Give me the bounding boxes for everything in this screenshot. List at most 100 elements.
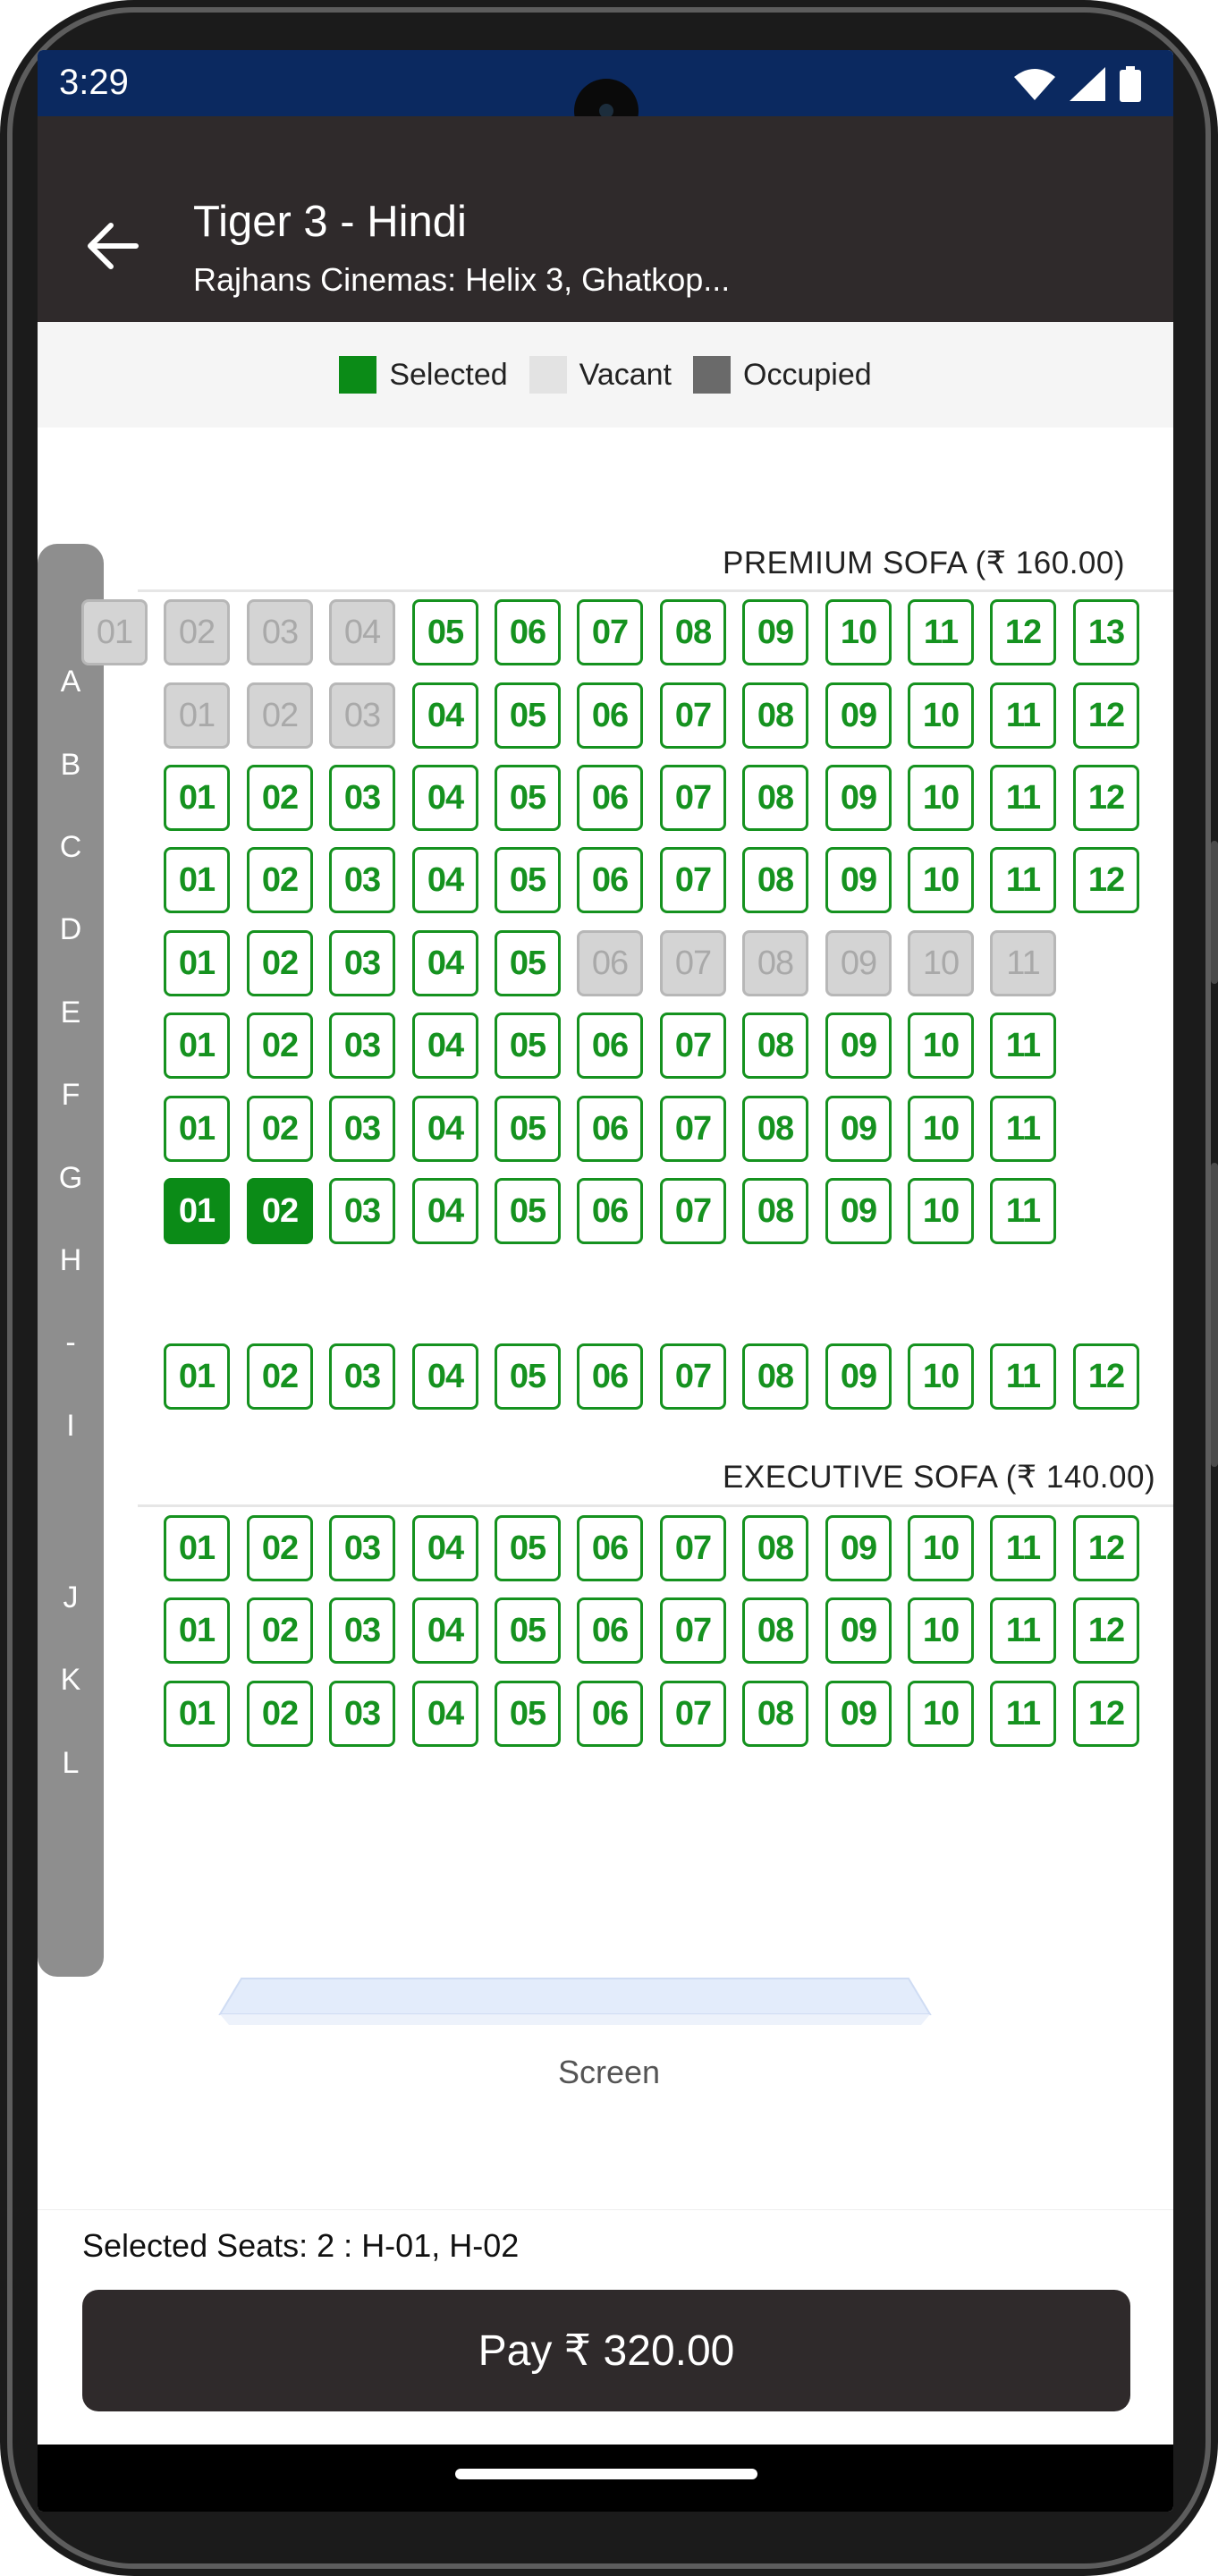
seat-H-06[interactable]: 06	[577, 1178, 643, 1244]
seat-L-12[interactable]: 12	[1073, 1681, 1139, 1747]
seat-G-01[interactable]: 01	[164, 1096, 230, 1162]
seat-G-09[interactable]: 09	[825, 1096, 892, 1162]
seat-I-06[interactable]: 06	[577, 1343, 643, 1410]
seat-A-12[interactable]: 12	[990, 599, 1056, 665]
seat-A-05[interactable]: 05	[412, 599, 478, 665]
seat-D-02[interactable]: 02	[247, 847, 313, 913]
seat-J-01[interactable]: 01	[164, 1515, 230, 1581]
seat-J-02[interactable]: 02	[247, 1515, 313, 1581]
seat-F-01[interactable]: 01	[164, 1013, 230, 1079]
seat-E-04[interactable]: 04	[412, 930, 478, 996]
seat-G-03[interactable]: 03	[329, 1096, 395, 1162]
seat-G-05[interactable]: 05	[495, 1096, 561, 1162]
seat-I-03[interactable]: 03	[329, 1343, 395, 1410]
seat-J-06[interactable]: 06	[577, 1515, 643, 1581]
seat-C-05[interactable]: 05	[495, 765, 561, 831]
seat-F-09[interactable]: 09	[825, 1013, 892, 1079]
seat-B-11[interactable]: 11	[990, 682, 1056, 749]
seat-I-04[interactable]: 04	[412, 1343, 478, 1410]
seat-J-08[interactable]: 08	[742, 1515, 808, 1581]
seat-J-10[interactable]: 10	[908, 1515, 974, 1581]
seat-L-02[interactable]: 02	[247, 1681, 313, 1747]
seat-C-03[interactable]: 03	[329, 765, 395, 831]
seat-H-02[interactable]: 02	[247, 1178, 313, 1244]
seat-A-08[interactable]: 08	[660, 599, 726, 665]
seat-L-11[interactable]: 11	[990, 1681, 1056, 1747]
seat-K-04[interactable]: 04	[412, 1597, 478, 1664]
seat-J-07[interactable]: 07	[660, 1515, 726, 1581]
seat-D-03[interactable]: 03	[329, 847, 395, 913]
seat-K-05[interactable]: 05	[495, 1597, 561, 1664]
seat-F-10[interactable]: 10	[908, 1013, 974, 1079]
seat-H-03[interactable]: 03	[329, 1178, 395, 1244]
seat-K-08[interactable]: 08	[742, 1597, 808, 1664]
seat-H-10[interactable]: 10	[908, 1178, 974, 1244]
seat-F-04[interactable]: 04	[412, 1013, 478, 1079]
seat-D-06[interactable]: 06	[577, 847, 643, 913]
seat-K-09[interactable]: 09	[825, 1597, 892, 1664]
seat-B-08[interactable]: 08	[742, 682, 808, 749]
seat-D-10[interactable]: 10	[908, 847, 974, 913]
seat-H-08[interactable]: 08	[742, 1178, 808, 1244]
seat-G-10[interactable]: 10	[908, 1096, 974, 1162]
seat-B-09[interactable]: 09	[825, 682, 892, 749]
seat-K-07[interactable]: 07	[660, 1597, 726, 1664]
seat-F-06[interactable]: 06	[577, 1013, 643, 1079]
seat-D-09[interactable]: 09	[825, 847, 892, 913]
seat-C-12[interactable]: 12	[1073, 765, 1139, 831]
seat-K-03[interactable]: 03	[329, 1597, 395, 1664]
seat-B-12[interactable]: 12	[1073, 682, 1139, 749]
seat-J-04[interactable]: 04	[412, 1515, 478, 1581]
seat-L-03[interactable]: 03	[329, 1681, 395, 1747]
seat-H-05[interactable]: 05	[495, 1178, 561, 1244]
seat-G-07[interactable]: 07	[660, 1096, 726, 1162]
seat-E-03[interactable]: 03	[329, 930, 395, 996]
seat-H-01[interactable]: 01	[164, 1178, 230, 1244]
seat-E-01[interactable]: 01	[164, 930, 230, 996]
seat-H-04[interactable]: 04	[412, 1178, 478, 1244]
seat-C-02[interactable]: 02	[247, 765, 313, 831]
seat-K-11[interactable]: 11	[990, 1597, 1056, 1664]
seat-G-06[interactable]: 06	[577, 1096, 643, 1162]
seat-D-08[interactable]: 08	[742, 847, 808, 913]
seat-D-01[interactable]: 01	[164, 847, 230, 913]
seat-D-04[interactable]: 04	[412, 847, 478, 913]
seat-F-03[interactable]: 03	[329, 1013, 395, 1079]
seat-A-11[interactable]: 11	[908, 599, 974, 665]
seat-A-13[interactable]: 13	[1073, 599, 1139, 665]
seat-L-05[interactable]: 05	[495, 1681, 561, 1747]
seat-F-07[interactable]: 07	[660, 1013, 726, 1079]
pay-button[interactable]: Pay ₹ 320.00	[82, 2290, 1130, 2411]
seat-C-11[interactable]: 11	[990, 765, 1056, 831]
seat-D-11[interactable]: 11	[990, 847, 1056, 913]
seat-D-05[interactable]: 05	[495, 847, 561, 913]
seat-J-12[interactable]: 12	[1073, 1515, 1139, 1581]
seat-I-10[interactable]: 10	[908, 1343, 974, 1410]
seat-H-11[interactable]: 11	[990, 1178, 1056, 1244]
seat-C-07[interactable]: 07	[660, 765, 726, 831]
seat-L-06[interactable]: 06	[577, 1681, 643, 1747]
seat-J-03[interactable]: 03	[329, 1515, 395, 1581]
seat-I-05[interactable]: 05	[495, 1343, 561, 1410]
back-arrow-icon[interactable]	[82, 216, 141, 275]
seat-K-01[interactable]: 01	[164, 1597, 230, 1664]
seat-C-06[interactable]: 06	[577, 765, 643, 831]
seat-A-09[interactable]: 09	[742, 599, 808, 665]
seat-B-10[interactable]: 10	[908, 682, 974, 749]
seat-E-05[interactable]: 05	[495, 930, 561, 996]
seat-A-07[interactable]: 07	[577, 599, 643, 665]
seat-F-08[interactable]: 08	[742, 1013, 808, 1079]
seat-L-04[interactable]: 04	[412, 1681, 478, 1747]
seat-K-10[interactable]: 10	[908, 1597, 974, 1664]
seat-J-11[interactable]: 11	[990, 1515, 1056, 1581]
seat-L-01[interactable]: 01	[164, 1681, 230, 1747]
seat-L-09[interactable]: 09	[825, 1681, 892, 1747]
seat-E-02[interactable]: 02	[247, 930, 313, 996]
seat-J-09[interactable]: 09	[825, 1515, 892, 1581]
seat-I-02[interactable]: 02	[247, 1343, 313, 1410]
seat-C-04[interactable]: 04	[412, 765, 478, 831]
seat-A-06[interactable]: 06	[495, 599, 561, 665]
seat-G-11[interactable]: 11	[990, 1096, 1056, 1162]
seat-K-12[interactable]: 12	[1073, 1597, 1139, 1664]
seat-J-05[interactable]: 05	[495, 1515, 561, 1581]
